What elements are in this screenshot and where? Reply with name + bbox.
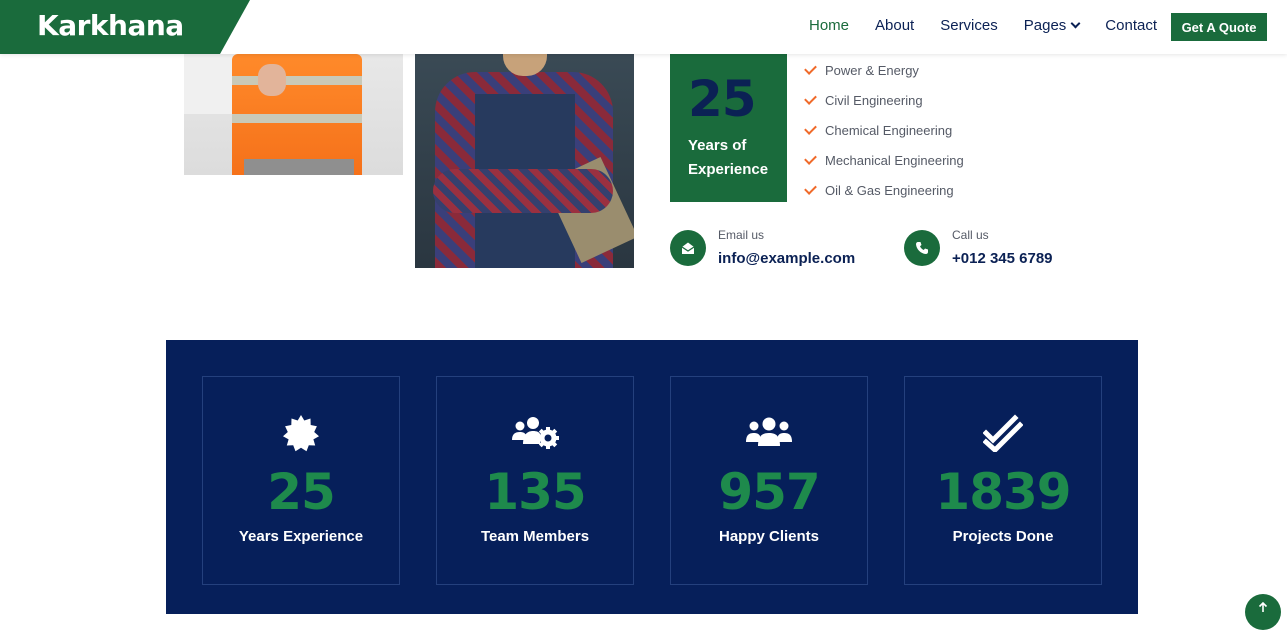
back-to-top-button[interactable]: [1245, 594, 1281, 630]
stat-number: 957: [718, 463, 820, 521]
list-item: Mechanical Engineering: [804, 145, 964, 175]
stat-label: Projects Done: [952, 528, 1054, 545]
female-worker-image: [415, 54, 634, 268]
service-label: Civil Engineering: [825, 92, 923, 108]
image-detail: [232, 114, 362, 123]
image-detail: [232, 76, 362, 85]
check-double-icon-svg: [983, 414, 1023, 452]
award-icon-svg: [283, 415, 319, 452]
experience-label: Years of Experience: [688, 137, 769, 178]
image-detail: [258, 64, 286, 96]
stat-number: 25: [267, 463, 336, 521]
check-icon: [804, 61, 817, 75]
brand-name[interactable]: Karkhana: [37, 9, 184, 42]
service-label: Power & Energy: [825, 62, 919, 78]
image-detail: [244, 159, 354, 175]
nav-about-label[interactable]: About: [875, 17, 914, 34]
users-cog-icon-svg: [512, 417, 559, 449]
stat-label: Team Members: [480, 528, 590, 545]
email-label: Email us: [718, 228, 765, 242]
nav-home[interactable]: Home: [809, 17, 849, 34]
brand-logo[interactable]: Karkhana: [0, 0, 250, 54]
nav-about[interactable]: About: [875, 17, 914, 34]
check-icon: [804, 121, 817, 135]
stat-label: Happy Clients: [718, 528, 820, 545]
service-label: Chemical Engineering: [825, 122, 953, 138]
check-icon: [804, 91, 817, 105]
envelope-open-icon: [670, 230, 706, 266]
chevron-down-icon[interactable]: [1070, 18, 1081, 29]
nav-home-label[interactable]: Home: [809, 17, 849, 34]
stat-card-clients: 957 Happy Clients: [670, 376, 868, 585]
nav-services-label[interactable]: Services: [940, 17, 998, 34]
users-icon-svg: [746, 417, 792, 446]
list-item: Chemical Engineering: [804, 115, 964, 145]
stat-number: 1839: [935, 463, 1071, 521]
nav-contact[interactable]: Contact: [1105, 17, 1157, 34]
experience-years: 25: [688, 70, 757, 128]
list-item: Oil & Gas Engineering: [804, 175, 964, 205]
email-link[interactable]: info@example.com: [718, 250, 855, 267]
arrow-up-icon: [1258, 602, 1268, 612]
stats-section: 25 Years Experience 135 Team Members 957…: [166, 340, 1138, 614]
check-icon: [804, 181, 817, 195]
phone-icon-svg: [916, 242, 928, 254]
users-cog-icon: [437, 413, 633, 453]
nav-menu: Home About Services Pages Contact: [809, 17, 1183, 34]
worker-vest-image: [184, 54, 403, 175]
list-item: Civil Engineering: [804, 85, 964, 115]
service-label: Oil & Gas Engineering: [825, 182, 954, 198]
nav-pages-dropdown[interactable]: Pages: [1024, 17, 1081, 34]
stat-card-team: 135 Team Members: [436, 376, 634, 585]
stat-card-years: 25 Years Experience: [202, 376, 400, 585]
navbar: Karkhana Home About Services Pages Conta…: [0, 0, 1287, 54]
experience-box: 25 Years of Experience: [670, 54, 787, 202]
nav-services[interactable]: Services: [940, 17, 998, 34]
image-detail: [433, 169, 613, 213]
stat-card-projects: 1839 Projects Done: [904, 376, 1102, 585]
stat-number: 135: [484, 463, 586, 521]
phone-icon: [904, 230, 940, 266]
nav-pages-label[interactable]: Pages: [1024, 17, 1067, 34]
check-double-icon: [905, 413, 1101, 453]
stat-label: Years Experience: [238, 528, 364, 545]
phone-link[interactable]: +012 345 6789: [952, 250, 1053, 267]
services-list: Power & Energy Civil Engineering Chemica…: [804, 55, 964, 205]
check-icon: [804, 151, 817, 165]
envelope-open-icon-svg: [681, 242, 695, 254]
list-item: Power & Energy: [804, 55, 964, 85]
nav-contact-label[interactable]: Contact: [1105, 17, 1157, 34]
service-label: Mechanical Engineering: [825, 152, 964, 168]
get-quote-button[interactable]: Get A Quote: [1171, 13, 1267, 41]
award-icon: [203, 413, 399, 453]
phone-label: Call us: [952, 228, 989, 242]
users-icon: [671, 413, 867, 453]
